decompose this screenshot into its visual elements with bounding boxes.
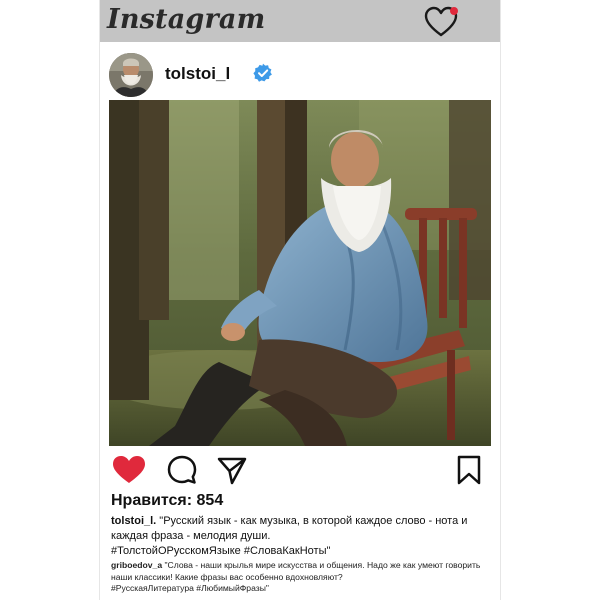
likes-count[interactable]: Нравится: 854 [111, 492, 223, 510]
caption-hashtags[interactable]: #ТолстойОРусскомЯзыке #СловаКакНоты" [111, 545, 330, 557]
verified-badge-icon [253, 63, 272, 82]
post-caption: tolstoi_l. "Русский язык - как музыка, в… [111, 514, 491, 559]
post-header: tolstoi_l [109, 53, 489, 97]
avatar-portrait [109, 53, 153, 97]
share-icon[interactable] [216, 454, 248, 486]
avatar[interactable] [109, 53, 153, 97]
app-logo[interactable]: Instagram [107, 4, 265, 35]
comment-icon[interactable] [166, 454, 198, 486]
post-photo-illustration [109, 100, 491, 446]
post-image[interactable] [109, 100, 491, 446]
comment: griboedov_a "Слова - наши крылья мире ис… [111, 560, 491, 595]
instagram-post-frame: Instagram tolstoi_l Нравится: 854 tolsto… [100, 0, 500, 600]
post-username[interactable]: tolstoi_l [165, 64, 230, 84]
bookmark-icon[interactable] [454, 454, 484, 486]
app-header: Instagram [100, 0, 500, 42]
comment-text: "Слова - наши крылья мире искусства и об… [111, 560, 481, 582]
caption-author[interactable]: tolstoi_l. [111, 515, 156, 527]
post-action-bar [100, 452, 500, 488]
comment-hashtags[interactable]: #РусскаяЛитература #ЛюбимыйФразы" [111, 583, 269, 593]
comment-author[interactable]: griboedov_a [111, 560, 162, 570]
notification-dot [450, 7, 458, 15]
heart-filled-icon[interactable] [111, 454, 147, 486]
caption-text: "Русский язык - как музыка, в которой ка… [111, 515, 468, 542]
